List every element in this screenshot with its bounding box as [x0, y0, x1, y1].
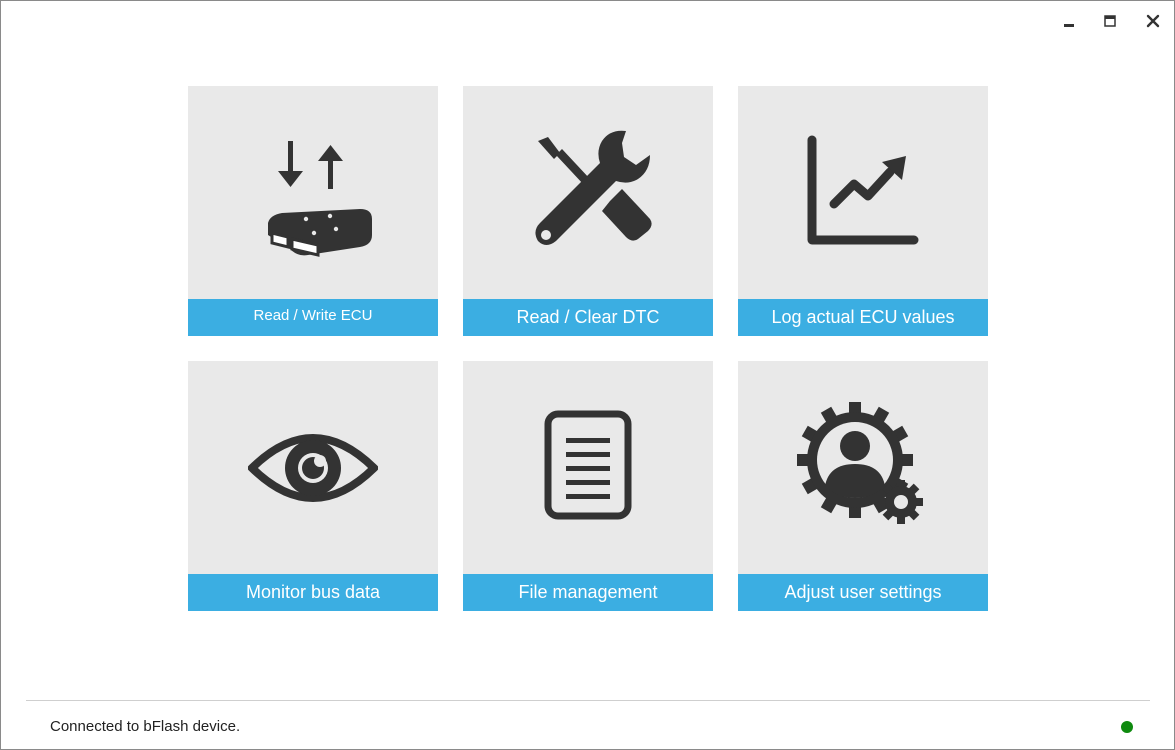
ecu-read-write-icon: [268, 140, 372, 257]
user-gear-icon: [797, 401, 923, 524]
document-icon: [544, 410, 632, 519]
tile-read-clear-dtc[interactable]: Read / Clear DTC: [463, 86, 713, 336]
tile-read-write-ecu[interactable]: Read / Write ECU: [188, 86, 438, 336]
maximize-button[interactable]: [1096, 9, 1124, 33]
tile-label: Adjust user settings: [738, 574, 988, 611]
tile-label: Read / Write ECU: [188, 299, 438, 336]
footer-divider: [26, 700, 1150, 701]
tile-label: File management: [463, 574, 713, 611]
minimize-icon: [1064, 24, 1074, 27]
connection-status-indicator: [1121, 721, 1133, 733]
app-window: Read / Write ECU Read / Clear DTC Log ac…: [0, 0, 1175, 750]
chart-trend-icon: [807, 135, 919, 244]
tile-file-management[interactable]: File management: [463, 361, 713, 611]
close-icon: [1146, 14, 1160, 28]
tile-adjust-user-settings[interactable]: Adjust user settings: [738, 361, 988, 611]
tile-label: Read / Clear DTC: [463, 299, 713, 336]
status-text: Connected to bFlash device.: [50, 718, 241, 735]
tile-label: Monitor bus data: [188, 574, 438, 611]
tile-log-ecu-values[interactable]: Log actual ECU values: [738, 86, 988, 336]
eye-icon: [248, 433, 378, 502]
tile-monitor-bus-data[interactable]: Monitor bus data: [188, 361, 438, 611]
close-button[interactable]: [1139, 9, 1167, 33]
tools-icon: [535, 130, 652, 245]
tile-label: Log actual ECU values: [738, 299, 988, 336]
minimize-button[interactable]: [1055, 9, 1083, 33]
maximize-icon: [1104, 15, 1116, 27]
